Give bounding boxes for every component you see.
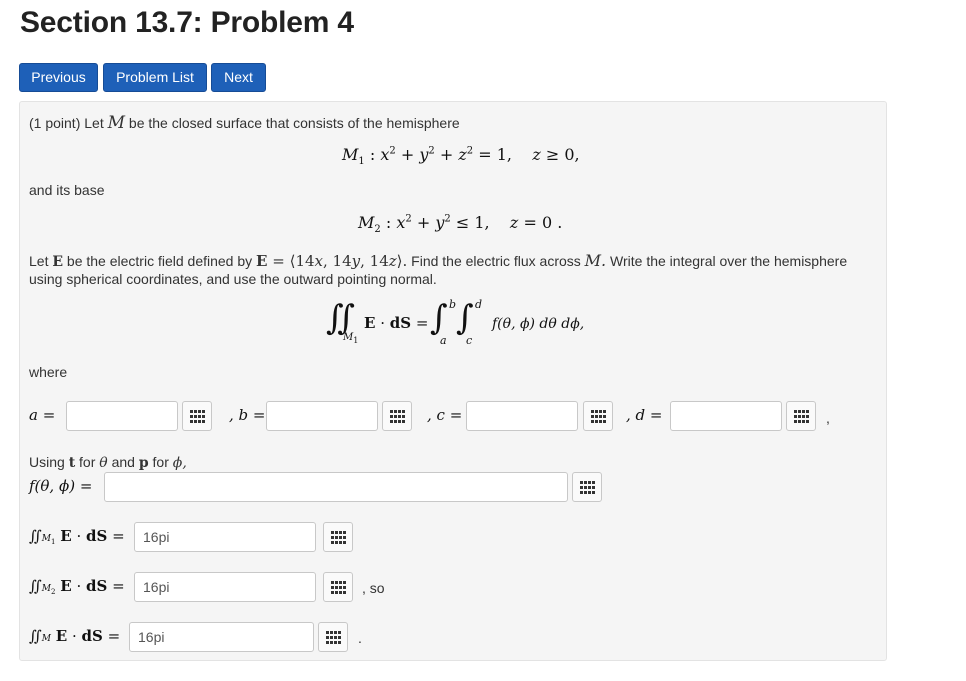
flux-m1-input[interactable]: [134, 522, 316, 552]
math-editor-flux-m-button[interactable]: [318, 622, 348, 652]
row-comma: ,: [826, 410, 830, 426]
problem-intro: (1 point) Let M be the closed surface th…: [29, 113, 460, 133]
instruction-text: using spherical coordinates, and use the…: [29, 271, 437, 287]
label-f: f(θ, ϕ) =: [29, 477, 93, 495]
math-editor-d-button[interactable]: [786, 401, 816, 431]
label-c: , c =: [427, 406, 463, 424]
math-editor-c-button[interactable]: [583, 401, 613, 431]
where-text: where: [29, 364, 68, 380]
grid-icon: [331, 531, 346, 544]
math-editor-flux-m2-button[interactable]: [323, 572, 353, 602]
answer-d-input[interactable]: [670, 401, 782, 431]
grid-icon: [331, 581, 346, 594]
grid-icon: [580, 481, 595, 494]
field-definition-text: Let E be the electric field defined by E…: [29, 251, 848, 270]
answer-b-input[interactable]: [266, 401, 378, 431]
label-flux-m1: ∬M1 E · dS =: [29, 527, 125, 546]
page-title: Section 13.7: Problem 4: [20, 6, 354, 39]
base-equation: M2 : x2 + y2 ≤ 1, z = 0 .: [358, 213, 563, 236]
and-its-base-text: and its base: [29, 182, 105, 198]
next-button[interactable]: Next: [211, 63, 266, 92]
problem-list-button[interactable]: Problem List: [103, 63, 207, 92]
grid-icon: [326, 631, 341, 644]
flux-m-input[interactable]: [129, 622, 314, 652]
so-text: , so: [362, 580, 385, 596]
math-editor-a-button[interactable]: [182, 401, 212, 431]
hemisphere-equation: M1 : x2 + y2 + z2 = 1, z ≥ 0,: [342, 145, 580, 168]
previous-button[interactable]: Previous: [19, 63, 98, 92]
label-flux-m: ∬M E · dS =: [29, 627, 121, 645]
math-editor-f-button[interactable]: [572, 472, 602, 502]
grid-icon: [190, 410, 205, 423]
flux-m2-input[interactable]: [134, 572, 316, 602]
label-b: , b =: [229, 406, 266, 424]
answer-f-input[interactable]: [104, 472, 568, 502]
math-editor-b-button[interactable]: [382, 401, 412, 431]
label-a: a =: [29, 406, 56, 424]
variable-note: Using t for θ and p for ϕ,: [29, 454, 187, 471]
final-period: .: [358, 630, 362, 646]
grid-icon: [591, 410, 606, 423]
flux-integral-display: ∬ M1 E · dS = ∫ b a ∫ d c f(θ, ϕ) dθ dϕ,: [326, 298, 585, 347]
answer-c-input[interactable]: [466, 401, 578, 431]
label-d: , d =: [626, 406, 663, 424]
answer-a-input[interactable]: [66, 401, 178, 431]
label-flux-m2: ∬M2 E · dS =: [29, 577, 125, 596]
grid-icon: [794, 410, 809, 423]
grid-icon: [390, 410, 405, 423]
math-editor-flux-m1-button[interactable]: [323, 522, 353, 552]
